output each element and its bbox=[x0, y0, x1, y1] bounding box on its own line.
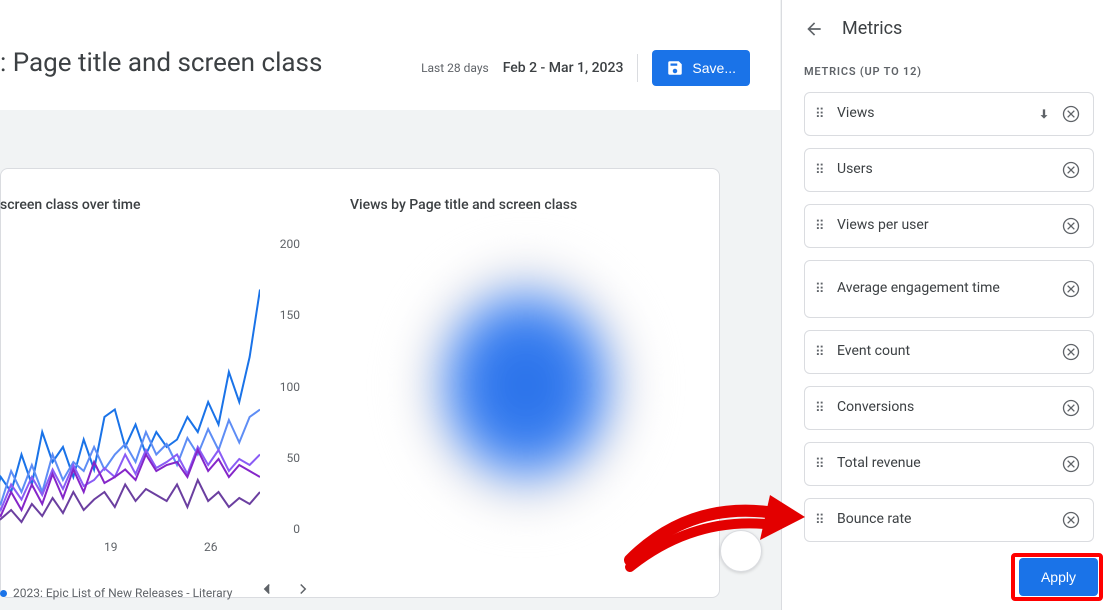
y-tick: 150 bbox=[260, 308, 300, 322]
metrics-panel: Metrics METRICS (UP TO 12) ⠿Views⠿Users⠿… bbox=[781, 0, 1116, 610]
apply-button[interactable]: Apply bbox=[1019, 558, 1098, 596]
save-button[interactable]: Save... bbox=[652, 50, 750, 86]
page-title: : Page title and screen class bbox=[0, 48, 322, 78]
divider bbox=[637, 54, 638, 82]
legend-dot-icon bbox=[0, 590, 7, 597]
drag-handle-icon[interactable]: ⠿ bbox=[815, 462, 827, 467]
metric-label: Conversions bbox=[837, 399, 1051, 417]
drag-handle-icon[interactable]: ⠿ bbox=[815, 350, 827, 355]
remove-icon[interactable] bbox=[1061, 216, 1081, 236]
metric-row-average-engagement-time[interactable]: ⠿ Average engagement time bbox=[804, 260, 1094, 318]
y-tick: 200 bbox=[260, 237, 300, 251]
metric-label: Views bbox=[837, 105, 1031, 123]
drag-handle-icon[interactable]: ⠿ bbox=[815, 168, 827, 173]
drag-handle-icon[interactable]: ⠿ bbox=[815, 287, 827, 292]
remove-icon[interactable] bbox=[1061, 398, 1081, 418]
drag-handle-icon[interactable]: ⠿ bbox=[815, 224, 827, 229]
series-line bbox=[0, 447, 260, 515]
drag-handle-icon[interactable]: ⠿ bbox=[815, 112, 827, 117]
save-label: Save... bbox=[692, 60, 736, 76]
chart1-title: screen class over time bbox=[0, 197, 140, 213]
header: : Page title and screen class Last 28 da… bbox=[0, 0, 780, 110]
legend-item[interactable]: 2023: Epic List of New Releases - Litera… bbox=[0, 586, 232, 600]
x-tick: 19 bbox=[104, 540, 118, 554]
drag-handle-icon[interactable]: ⠿ bbox=[815, 518, 827, 523]
remove-icon[interactable] bbox=[1061, 454, 1081, 474]
remove-icon[interactable] bbox=[1061, 510, 1081, 530]
metric-label: Total revenue bbox=[837, 455, 1051, 473]
save-icon bbox=[666, 59, 684, 77]
main-area: : Page title and screen class Last 28 da… bbox=[0, 0, 780, 610]
metric-row-total-revenue[interactable]: ⠿ Total revenue bbox=[804, 442, 1094, 486]
y-tick: 0 bbox=[260, 522, 300, 536]
remove-icon[interactable] bbox=[1061, 104, 1081, 124]
remove-icon[interactable] bbox=[1061, 279, 1081, 299]
metric-row-event-count[interactable]: ⠿ Event count bbox=[804, 330, 1094, 374]
metric-label: Event count bbox=[837, 343, 1051, 361]
metric-label: Views per user bbox=[837, 217, 1051, 235]
series-line bbox=[0, 480, 260, 525]
back-arrow-icon[interactable] bbox=[804, 19, 824, 39]
sort-descending-icon bbox=[1037, 107, 1051, 121]
metric-label: Average engagement time bbox=[837, 280, 1051, 298]
x-axis: 1926 bbox=[0, 540, 260, 560]
metric-row-views-per-user[interactable]: ⠿ Views per user bbox=[804, 204, 1094, 248]
date-preset[interactable]: Last 28 days bbox=[421, 61, 489, 75]
x-tick: 26 bbox=[204, 540, 218, 554]
panel-title: Metrics bbox=[842, 18, 902, 39]
legend-label: 2023: Epic List of New Releases - Litera… bbox=[13, 586, 232, 600]
y-axis: 0 50 100 150 200 bbox=[260, 237, 300, 537]
date-range[interactable]: Feb 2 - Mar 1, 2023 bbox=[503, 60, 624, 76]
remove-icon[interactable] bbox=[1061, 160, 1081, 180]
metric-row-conversions[interactable]: ⠿ Conversions bbox=[804, 386, 1094, 430]
metric-label: Bounce rate bbox=[837, 511, 1051, 529]
remove-icon[interactable] bbox=[1061, 342, 1081, 362]
y-tick: 50 bbox=[260, 451, 300, 465]
apply-label: Apply bbox=[1041, 569, 1076, 585]
section-label: METRICS (UP TO 12) bbox=[804, 65, 1094, 78]
drag-handle-icon[interactable]: ⠿ bbox=[815, 406, 827, 411]
blurred-chart bbox=[350, 225, 670, 545]
line-chart bbox=[0, 237, 260, 537]
floating-action-button[interactable] bbox=[720, 530, 762, 572]
metric-row-views[interactable]: ⠿ Views bbox=[804, 92, 1094, 136]
metric-label: Users bbox=[837, 161, 1051, 179]
y-tick: 100 bbox=[260, 380, 300, 394]
metric-row-users[interactable]: ⠿ Users bbox=[804, 148, 1094, 192]
chart2-title: Views by Page title and screen class bbox=[350, 197, 577, 213]
chevron-right-icon[interactable] bbox=[294, 580, 312, 598]
chevron-left-icon[interactable] bbox=[258, 580, 276, 598]
metric-row-bounce-rate[interactable]: ⠿ Bounce rate bbox=[804, 498, 1094, 542]
